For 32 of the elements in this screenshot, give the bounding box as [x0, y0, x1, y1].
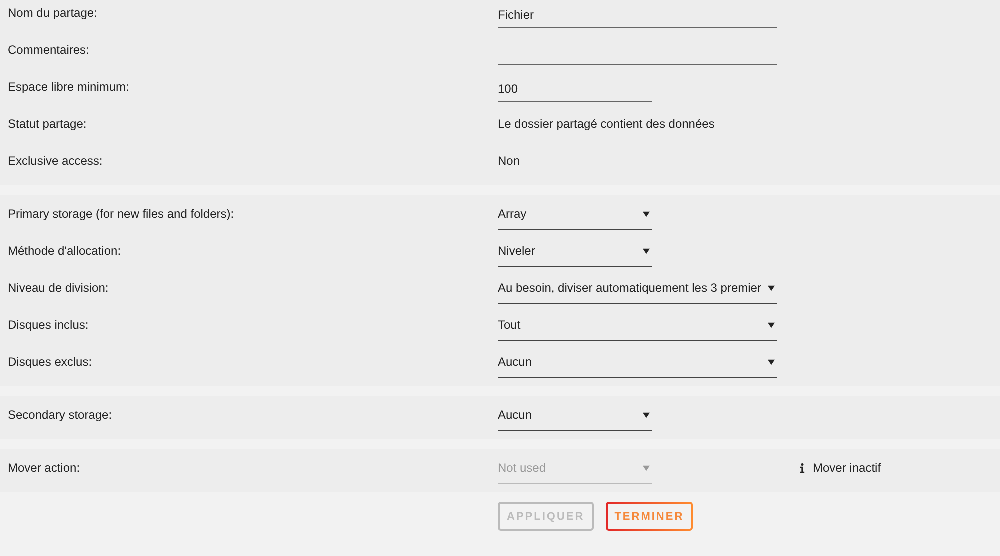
field-label: Primary storage (for new files and folders): [7, 206, 236, 223]
field-label: Disques inclus: [7, 317, 90, 334]
note-text: Mover inactif [813, 460, 882, 477]
field-label: Secondary storage: [7, 407, 114, 424]
dropdown[interactable]: Tout [498, 316, 777, 341]
input-field[interactable]: 100 [498, 77, 652, 102]
field-label: Niveau de division: [7, 280, 110, 297]
caret-icon [643, 248, 650, 255]
caret-icon [643, 211, 650, 218]
field-label: Mover action: [7, 460, 82, 477]
field-label: Exclusive access: [7, 153, 104, 170]
dropdown[interactable]: Aucun [498, 353, 777, 378]
dropdown: Not used [498, 459, 652, 484]
caret-icon [768, 322, 775, 329]
dropdown[interactable]: Array [498, 205, 652, 230]
field-label: Statut partage: [7, 116, 88, 133]
field-label: Méthode d'allocation: [7, 243, 122, 260]
field-label: Disques exclus: [7, 354, 94, 371]
dropdown[interactable]: Au besoin, diviser automatiquement les 3 premier [498, 279, 777, 304]
field-value: Le dossier partagé contient des données [498, 116, 715, 133]
caret-icon [768, 285, 775, 292]
field-label: Espace libre minimum: [7, 79, 130, 96]
caret-icon [643, 465, 650, 472]
info-icon [800, 462, 805, 474]
caret-icon [643, 412, 650, 419]
dropdown[interactable]: Aucun [498, 406, 652, 431]
field-label: Nom du partage: [7, 5, 98, 22]
input-field[interactable]: Fichier [498, 3, 777, 28]
field-label: Commentaires: [7, 42, 90, 59]
caret-icon [768, 359, 775, 366]
dropdown[interactable]: Niveler [498, 242, 652, 267]
field-value: Non [498, 153, 520, 170]
